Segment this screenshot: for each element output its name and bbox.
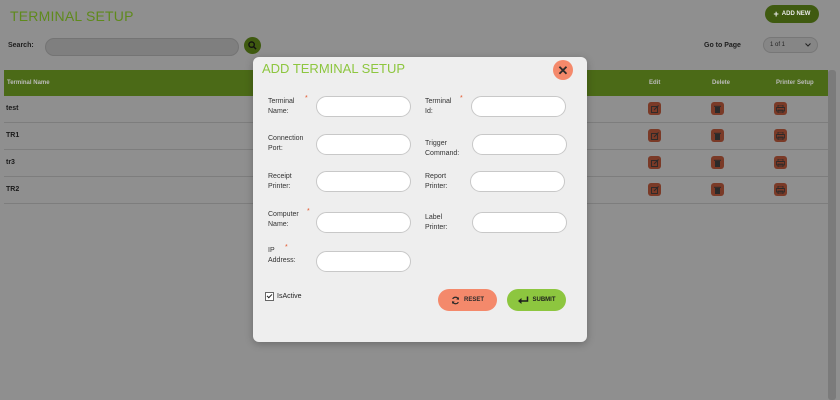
delete-button[interactable] (711, 102, 724, 115)
terminal-name-cell: TR2 (6, 186, 20, 193)
chevron-down-icon (805, 43, 811, 47)
trash-icon (714, 159, 721, 167)
receipt-printer-label-line1: Receipt (268, 173, 292, 180)
search-input[interactable] (45, 38, 239, 56)
printer-icon (776, 158, 785, 167)
col-edit: Edit (649, 80, 661, 86)
delete-button[interactable] (711, 129, 724, 142)
trigger-command-label: Trigger Command: (425, 139, 459, 159)
computer-name-label-line2: Name: (268, 221, 289, 228)
printer-setup-button[interactable] (774, 183, 787, 196)
terminal-name-label-line2: Name: (268, 108, 289, 115)
receipt-printer-label: Receipt Printer: (268, 172, 292, 192)
ip-address-label-line2: Address: (268, 257, 296, 264)
connection-port-input[interactable] (316, 134, 411, 155)
terminal-id-label-line1: Terminal (425, 98, 452, 105)
close-button[interactable]: ✕ (553, 60, 573, 80)
required-mark: * (307, 208, 310, 215)
col-terminal-name[interactable]: Terminal Name (7, 80, 50, 86)
page-scrollbar[interactable] (828, 70, 836, 400)
connection-port-label-line2: Port: (268, 145, 283, 152)
edit-icon (650, 158, 659, 167)
trash-icon (714, 186, 721, 194)
computer-name-label: Computer Name: (268, 210, 299, 230)
isactive-checkbox[interactable]: IsActive (265, 292, 302, 301)
label-printer-input[interactable] (472, 212, 567, 233)
label-printer-label-line2: Printer: (425, 224, 448, 231)
plus-icon: + (773, 8, 779, 19)
col-delete: Delete (712, 80, 731, 86)
printer-setup-button[interactable] (774, 102, 787, 115)
submit-label: SUBMIT (532, 297, 556, 303)
edit-button[interactable] (648, 156, 661, 169)
label-printer-label: Label Printer: (425, 213, 448, 233)
enter-arrow-icon (517, 296, 528, 304)
ip-address-label: IP Address: (268, 246, 296, 266)
printer-icon (776, 131, 785, 140)
receipt-printer-label-line2: Printer: (268, 183, 291, 190)
printer-icon (776, 104, 785, 113)
edit-button[interactable] (648, 183, 661, 196)
trash-icon (714, 132, 721, 140)
add-new-button[interactable]: + ADD NEW (765, 5, 819, 23)
terminal-name-input[interactable] (316, 96, 411, 117)
trigger-command-label-line2: Command: (425, 150, 460, 157)
reset-button[interactable]: RESET (438, 289, 497, 311)
edit-icon (650, 104, 659, 113)
report-printer-label: Report Printer: (425, 172, 448, 192)
reset-label: RESET (463, 297, 484, 303)
search-button[interactable] (244, 37, 261, 54)
search-label: Search: (8, 42, 34, 49)
report-printer-input[interactable] (470, 171, 565, 192)
report-printer-label-line1: Report (425, 173, 447, 180)
ip-address-input[interactable] (316, 251, 411, 272)
terminal-name-label-line1: Terminal (268, 98, 295, 105)
page-title: TERMINAL SETUP (10, 8, 134, 24)
goto-page-label: Go to Page (704, 42, 741, 49)
label-printer-label-line1: Label (425, 214, 443, 221)
trigger-command-input[interactable] (472, 134, 567, 155)
ip-address-label-line1: IP (268, 247, 275, 254)
submit-button[interactable]: SUBMIT (507, 289, 566, 311)
edit-button[interactable] (648, 129, 661, 142)
goto-page-value: 1 of 1 (770, 42, 786, 48)
close-icon: ✕ (557, 62, 569, 78)
report-printer-label-line2: Printer: (425, 183, 448, 190)
terminal-name-cell: tr3 (6, 159, 15, 166)
add-new-label: ADD NEW (781, 11, 811, 17)
delete-button[interactable] (711, 183, 724, 196)
printer-icon (776, 185, 785, 194)
terminal-name-cell: test (6, 105, 19, 112)
edit-icon (650, 131, 659, 140)
computer-name-label-line1: Computer (268, 211, 299, 218)
refresh-icon (452, 296, 459, 304)
delete-button[interactable] (711, 156, 724, 169)
terminal-id-label-line2: Id: (425, 108, 433, 115)
col-printer-setup: Printer Setup (776, 80, 814, 86)
search-icon (248, 41, 257, 50)
edit-button[interactable] (648, 102, 661, 115)
printer-setup-button[interactable] (774, 129, 787, 142)
trash-icon (714, 105, 721, 113)
isactive-label: IsActive (277, 293, 302, 300)
connection-port-label-line1: Connection (268, 135, 304, 142)
terminal-id-input[interactable] (471, 96, 566, 117)
required-mark: * (305, 95, 308, 102)
goto-page-select[interactable]: 1 of 1 (763, 37, 818, 53)
checkbox-checked-icon[interactable] (265, 292, 274, 301)
modal-title: ADD TERMINAL SETUP (262, 61, 406, 76)
edit-icon (650, 185, 659, 194)
connection-port-label: Connection Port: (268, 134, 303, 154)
add-terminal-modal: ADD TERMINAL SETUP ✕ Terminal Name: * Te… (253, 57, 587, 342)
trigger-command-label-line1: Trigger (425, 140, 447, 147)
terminal-id-label: Terminal Id: (425, 97, 451, 117)
required-mark: * (460, 95, 463, 102)
receipt-printer-input[interactable] (316, 171, 411, 192)
computer-name-input[interactable] (316, 212, 411, 233)
terminal-name-cell: TR1 (6, 132, 20, 139)
required-mark: * (285, 244, 288, 251)
terminal-name-label: Terminal Name: (268, 97, 294, 117)
printer-setup-button[interactable] (774, 156, 787, 169)
